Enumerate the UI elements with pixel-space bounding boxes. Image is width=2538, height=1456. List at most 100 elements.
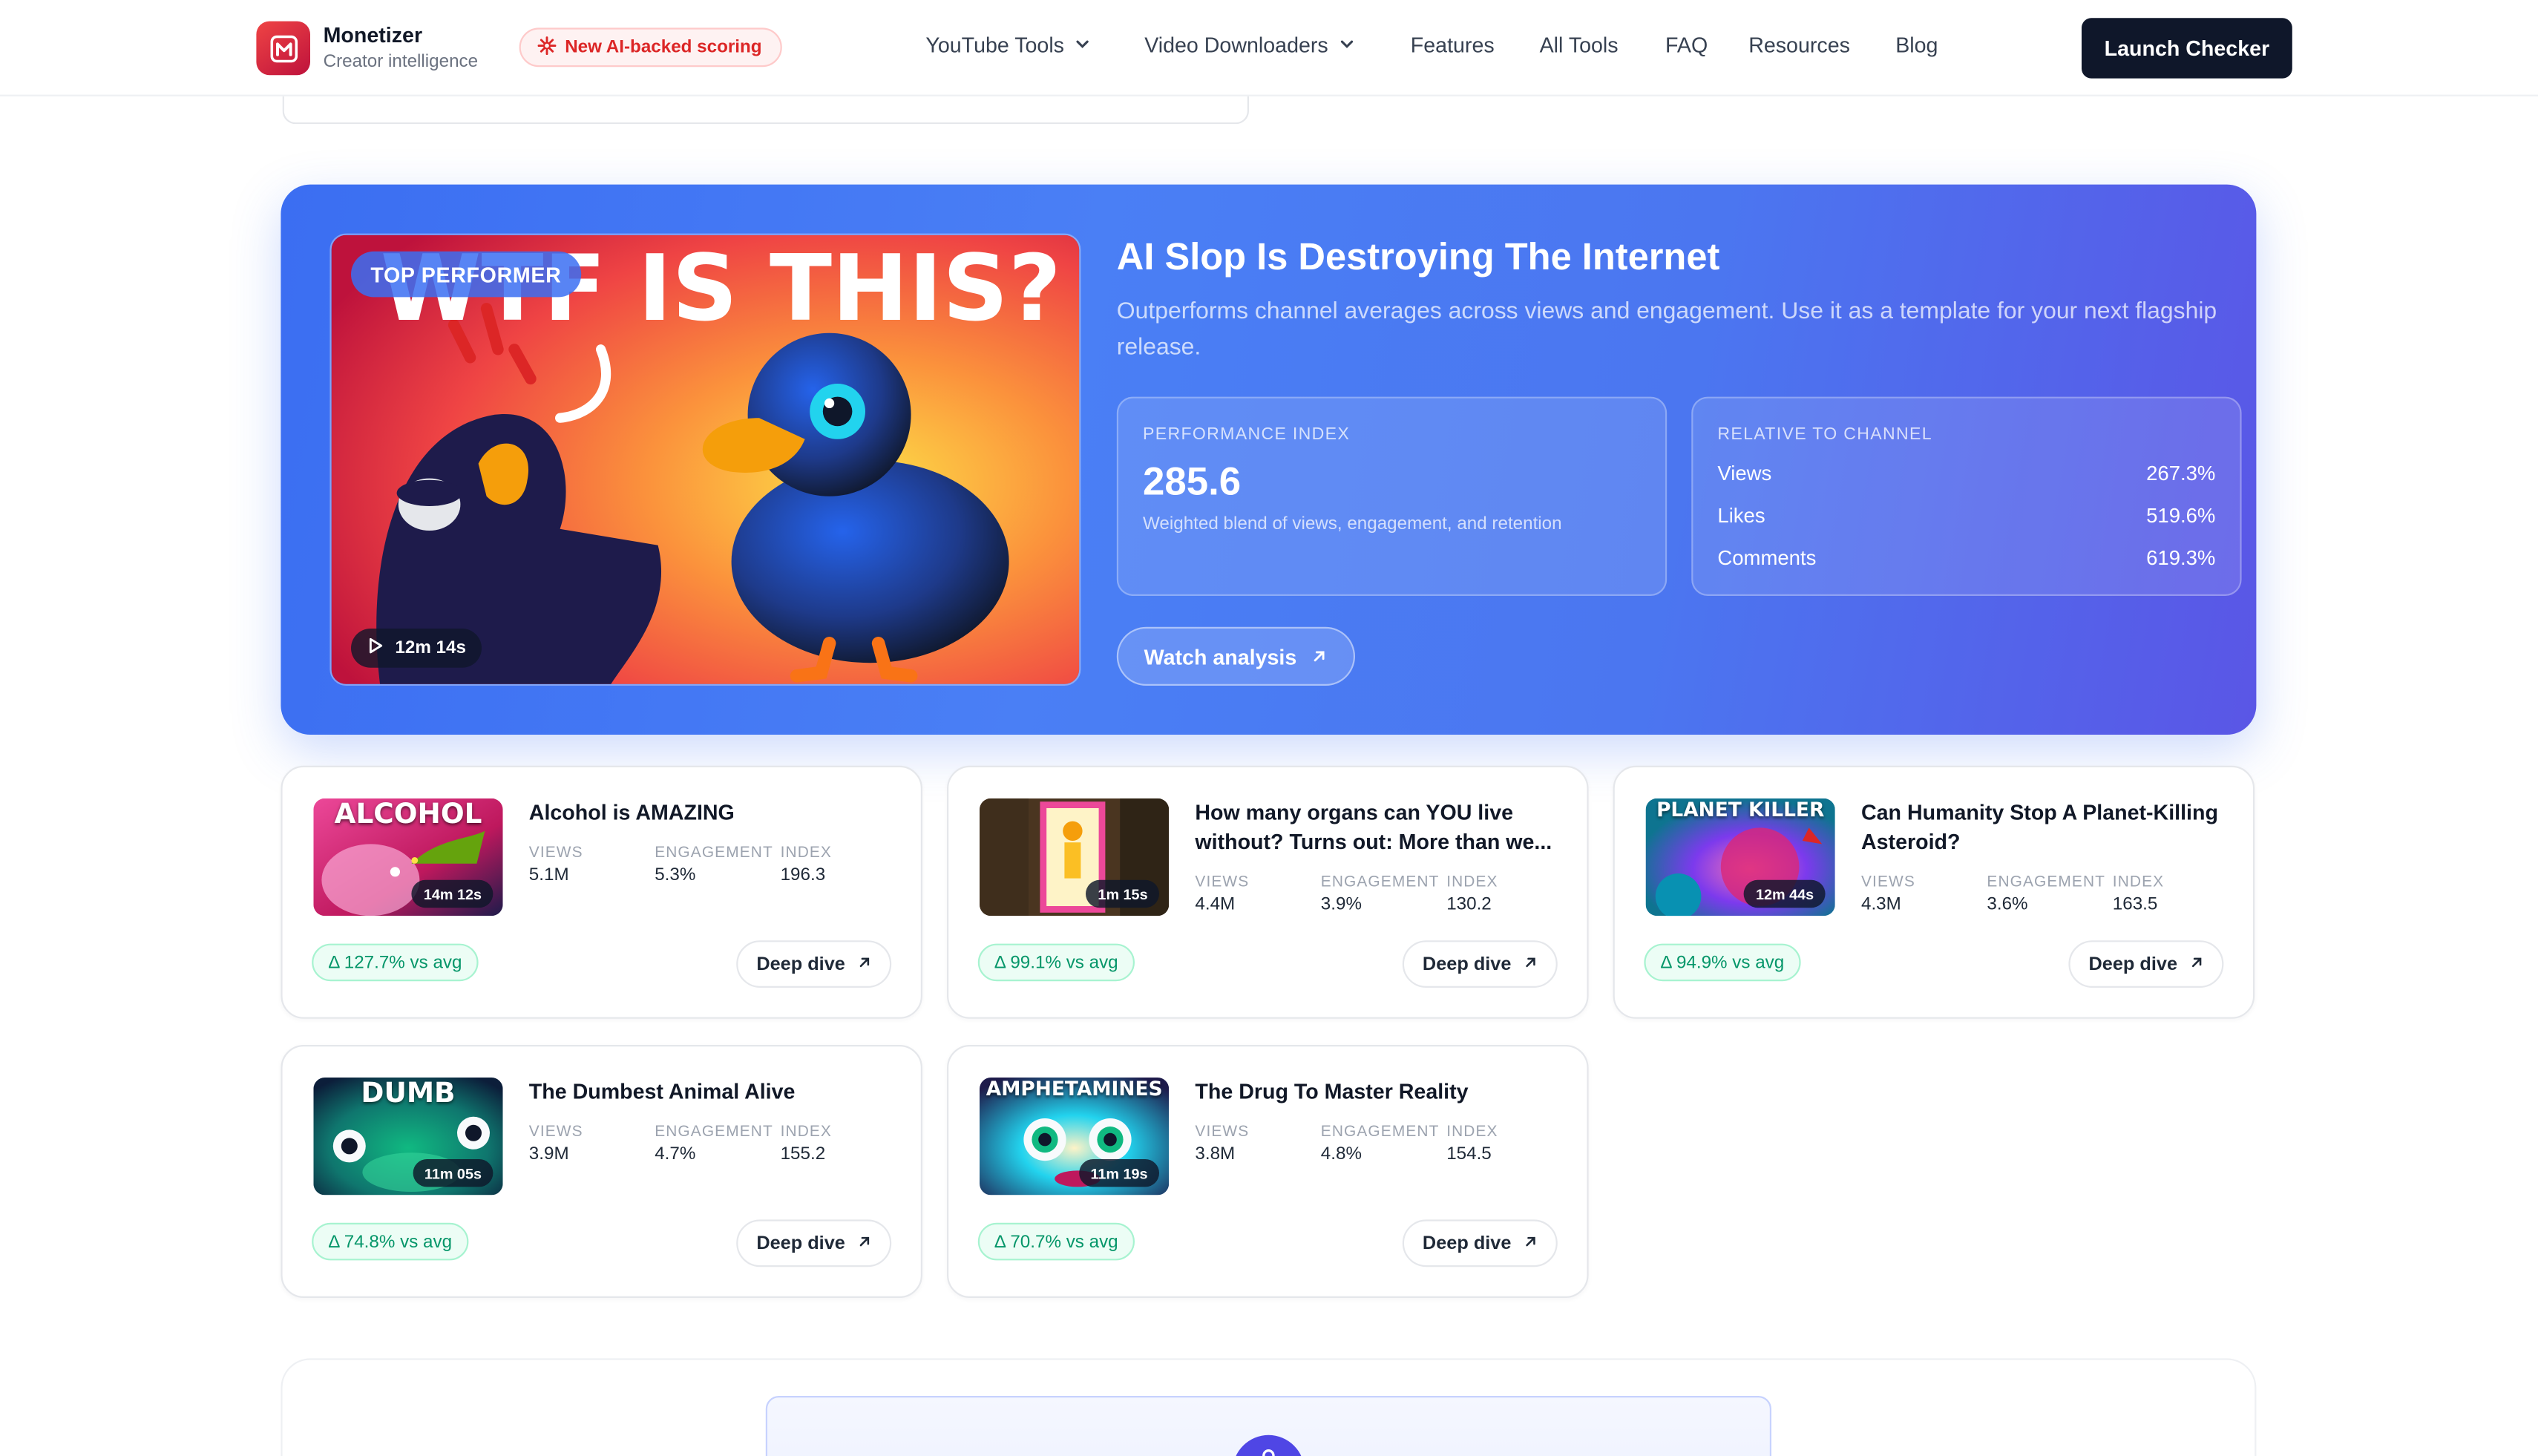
index-label: INDEX — [780, 844, 833, 862]
deep-dive-button[interactable]: Deep dive — [736, 1219, 892, 1268]
views-label: VIEWS — [528, 844, 583, 862]
index-label: INDEX — [780, 1123, 833, 1141]
index-label: INDEX — [2112, 873, 2165, 892]
video-metrics: VIEWS ENGAGEMENT INDEX 3.9M 4.7% 155.2 — [529, 1124, 905, 1173]
video-card[interactable]: PLANET KILLER 12m 44s Can Humanity Stop … — [1613, 765, 2255, 1019]
nav-features[interactable]: Features — [1411, 33, 1495, 57]
nav-label: YouTube Tools — [925, 33, 1064, 57]
video-title[interactable]: How many organs can YOU live without? Tu… — [1195, 798, 1567, 857]
performance-index-note: Weighted blend of views, engagement, and… — [1143, 514, 1562, 534]
index-value: 130.2 — [1446, 894, 1492, 914]
index-label: INDEX — [1446, 873, 1498, 892]
chevron-down-icon — [1338, 33, 1354, 57]
video-card[interactable]: AMPHETAMINES 11m 19s The Drug To Master … — [947, 1045, 1589, 1298]
video-title[interactable]: Alcohol is AMAZING — [529, 798, 902, 828]
video-title[interactable]: Can Humanity Stop A Planet-Killing Aster… — [1861, 798, 2234, 857]
delta-badge: Δ 127.7% vs avg — [312, 943, 479, 982]
deep-dive-label: Deep dive — [756, 954, 845, 974]
brand-name[interactable]: Monetizer — [324, 23, 422, 47]
deep-dive-label: Deep dive — [756, 1233, 845, 1253]
deep-dive-button[interactable]: Deep dive — [1402, 1219, 1558, 1268]
views-label: VIEWS — [528, 1123, 583, 1141]
nav-blog[interactable]: Blog — [1895, 33, 1938, 57]
views-label: VIEWS — [1861, 873, 1915, 892]
video-thumbnail[interactable]: DUMB 11m 05s — [313, 1078, 503, 1196]
nav-label: All Tools — [1539, 33, 1619, 57]
views-value: 5.1M — [528, 865, 569, 885]
video-thumbnail[interactable]: AMPHETAMINES 11m 19s — [980, 1078, 1170, 1196]
delta-badge: Δ 74.8% vs avg — [312, 1222, 469, 1261]
index-value: 196.3 — [780, 865, 826, 885]
video-card[interactable]: DUMB 11m 05s The Dumbest Animal Alive VI… — [281, 1045, 922, 1298]
arrow-up-right-icon — [1523, 1233, 1538, 1253]
relative-row-value: 519.6% — [2146, 504, 2216, 528]
engagement-label: ENGAGEMENT — [1987, 873, 2106, 892]
ai-scoring-badge[interactable]: New AI-backed scoring — [519, 27, 781, 68]
engagement-value: 3.6% — [1987, 894, 2028, 914]
index-value: 155.2 — [780, 1144, 826, 1164]
video-title[interactable]: The Drug To Master Reality — [1195, 1078, 1567, 1107]
video-card[interactable]: ALCOHOL 14m 12s Alcohol is AMAZING VIEWS… — [281, 765, 922, 1019]
arrow-up-right-icon — [1523, 954, 1538, 974]
relative-label: RELATIVE TO CHANNEL — [1717, 424, 1932, 445]
deep-dive-button[interactable]: Deep dive — [736, 940, 892, 988]
hero-title[interactable]: AI Slop Is Destroying The Internet — [1117, 235, 1720, 279]
views-value: 4.4M — [1195, 894, 1236, 914]
video-thumbnail[interactable]: ALCOHOL 14m 12s — [313, 798, 503, 916]
video-duration: 11m 05s — [413, 1159, 494, 1187]
delta-badge: Δ 70.7% vs avg — [977, 1222, 1135, 1261]
brand-tagline: Creator intelligence — [323, 52, 479, 72]
site-header: Monetizer Creator intelligence New AI-ba… — [0, 0, 2538, 96]
launch-checker-button[interactable]: Launch Checker — [2082, 18, 2292, 79]
nav-all-tools[interactable]: All Tools — [1540, 33, 1619, 57]
chevron-down-icon — [1074, 33, 1090, 57]
top-performer-badge: TOP PERFORMER — [351, 251, 581, 298]
nav-faq[interactable]: FAQ — [1665, 33, 1708, 57]
engagement-label: ENGAGEMENT — [1320, 873, 1440, 892]
relative-row-comments: Comments 619.3% — [1717, 547, 2215, 570]
relative-row-likes: Likes 519.6% — [1717, 505, 2215, 528]
nav-video-downloaders[interactable]: Video Downloaders — [1144, 33, 1354, 57]
nav-label: Resources — [1748, 33, 1850, 57]
engagement-value: 3.9% — [1320, 894, 1362, 914]
hero-thumbnail[interactable]: WTF IS THIS? TOP PERFORMER 12m 14s — [329, 233, 1081, 686]
nav-label: Blog — [1895, 33, 1938, 57]
engagement-label: ENGAGEMENT — [655, 1123, 773, 1141]
relative-row-label: Likes — [1717, 504, 1765, 528]
video-thumbnail[interactable]: PLANET KILLER 12m 44s — [1645, 798, 1835, 916]
delta-badge: Δ 94.9% vs avg — [1644, 943, 1801, 982]
watch-analysis-button[interactable]: Watch analysis — [1116, 626, 1355, 686]
nav-label: Video Downloaders — [1144, 33, 1328, 57]
logo-icon[interactable] — [256, 21, 310, 76]
deep-dive-button[interactable]: Deep dive — [1402, 940, 1558, 988]
relative-row-value: 619.3% — [2146, 547, 2216, 570]
thumbnail-text: AMPHETAMINES — [986, 1078, 1163, 1101]
video-title[interactable]: The Dumbest Animal Alive — [529, 1078, 902, 1107]
relative-row-label: Comments — [1717, 547, 1817, 570]
performance-index-card: PERFORMANCE INDEX 285.6 Weighted blend o… — [1116, 396, 1668, 596]
deep-dive-label: Deep dive — [1422, 1233, 1512, 1253]
delta-badge: Δ 99.1% vs avg — [977, 943, 1135, 982]
hero-description: Outperforms channel averages across view… — [1116, 298, 2217, 361]
performance-index-label: PERFORMANCE INDEX — [1143, 424, 1351, 445]
video-card[interactable]: 1m 15s How many organs can YOU live with… — [947, 765, 1589, 1019]
views-value: 4.3M — [1861, 894, 1901, 914]
thumbnail-text: PLANET KILLER — [1656, 798, 1825, 822]
engagement-label: ENGAGEMENT — [1320, 1123, 1440, 1141]
views-label: VIEWS — [1195, 1123, 1250, 1141]
hero-duration-label: 12m 14s — [395, 638, 466, 658]
nav-resources[interactable]: Resources — [1748, 33, 1850, 57]
nav-label: FAQ — [1665, 33, 1708, 57]
deep-dive-button[interactable]: Deep dive — [2068, 940, 2224, 988]
performance-index-value: 285.6 — [1143, 460, 1242, 505]
nav-youtube-tools[interactable]: YouTube Tools — [925, 33, 1090, 57]
thumbnail-text: DUMB — [361, 1078, 456, 1110]
relative-row-views: Views 267.3% — [1717, 462, 2215, 485]
video-thumbnail[interactable]: 1m 15s — [980, 798, 1170, 916]
video-duration: 12m 44s — [1744, 879, 1826, 908]
index-value: 154.5 — [1446, 1144, 1492, 1164]
views-label: VIEWS — [1195, 873, 1250, 892]
video-duration: 11m 19s — [1079, 1159, 1159, 1187]
hero-thumbnail-art: WTF IS THIS? — [331, 235, 1080, 684]
engagement-value: 4.8% — [1320, 1144, 1362, 1164]
